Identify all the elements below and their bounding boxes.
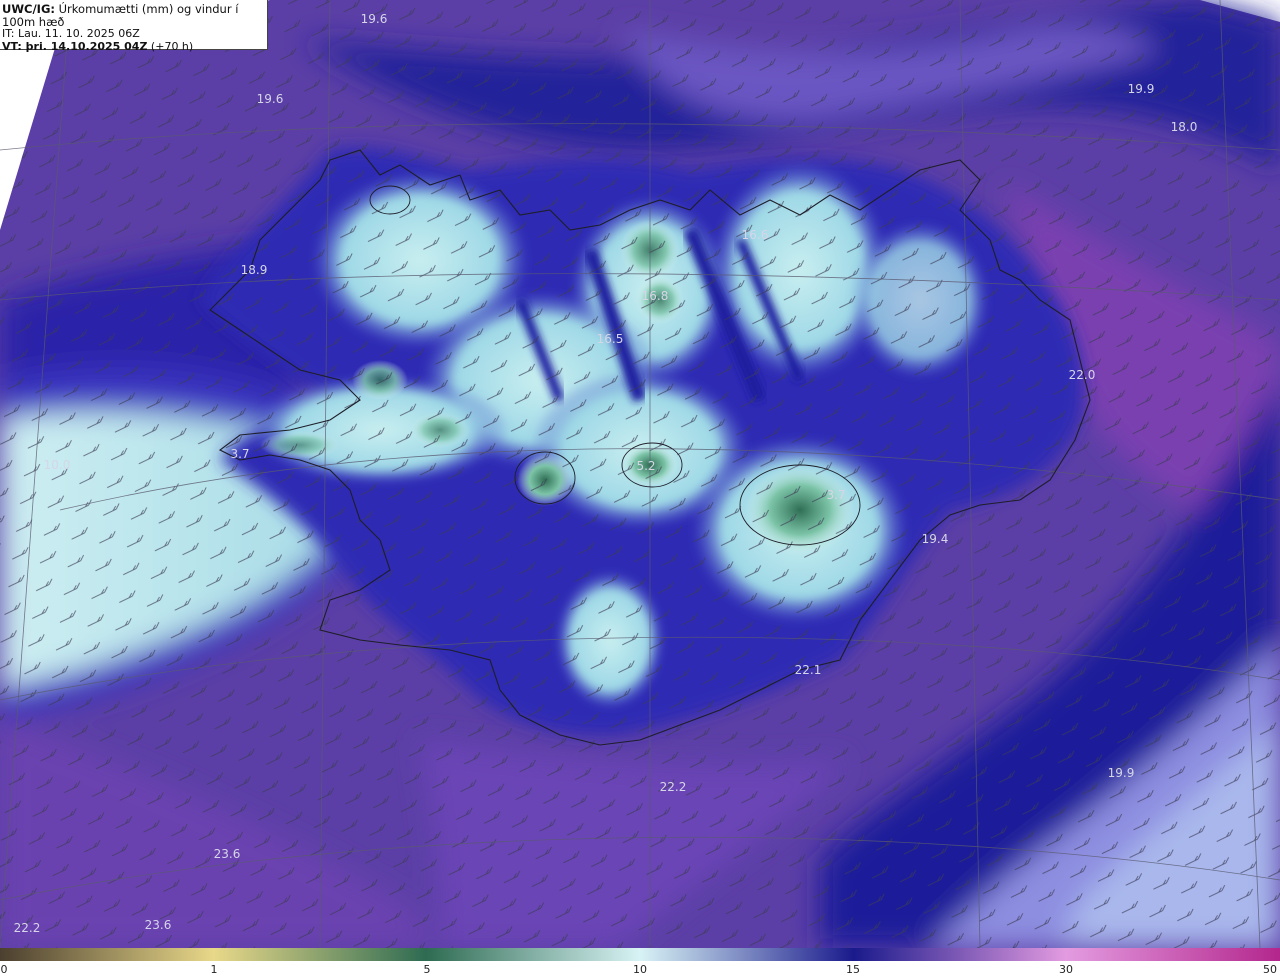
temp-label: 3.7 [826, 488, 846, 502]
colorbar-tick: 15 [846, 963, 860, 976]
temp-label: 16.6 [741, 228, 769, 242]
lead-time: (+70 h) [147, 39, 194, 53]
title-line: UWC/IG: Úrkomumætti (mm) og vindur í 100… [2, 3, 267, 28]
colorbar-tick: 5 [423, 963, 431, 976]
valid-time: VT: þri. 14.10.2025 04Z [2, 39, 148, 53]
valid-time-line: VT: þri. 14.10.2025 04Z (+70 h) [2, 39, 267, 54]
temp-label: 22.1 [794, 663, 822, 677]
temp-label: 23.6 [144, 918, 172, 932]
temp-label: 10.0 [43, 458, 71, 472]
temp-label: 19.9 [1127, 82, 1155, 96]
temp-label: 23.6 [213, 847, 241, 861]
temp-label: 18.9 [240, 263, 268, 277]
info-box: UWC/IG: Úrkomumætti (mm) og vindur í 100… [0, 0, 268, 52]
temp-label: 19.6 [256, 92, 284, 106]
colorbar [0, 948, 1280, 961]
temp-label: 19.4 [921, 532, 949, 546]
colorbar-tick: 1 [210, 963, 218, 976]
colorbar-tick: 10 [633, 963, 647, 976]
temp-label: 16.8 [641, 289, 669, 303]
temp-label: 22.2 [13, 921, 41, 935]
temp-label: 16.5 [596, 332, 624, 346]
temp-label: 3.7 [230, 447, 250, 461]
temp-label: 5.2 [636, 459, 656, 473]
colorbar-tick: 30 [1059, 963, 1073, 976]
temp-label: 18.0 [1170, 120, 1198, 134]
temp-label: 19.6 [360, 12, 388, 26]
wind-barbs [0, 0, 1280, 948]
temp-label: 19.9 [1107, 766, 1135, 780]
temp-label: 22.2 [659, 780, 687, 794]
temp-label: 22.0 [1068, 368, 1096, 382]
colorbar-tick: 0 [0, 963, 8, 976]
colorbar-tick: 50 [1263, 963, 1277, 976]
forecast-map [0, 0, 1280, 948]
